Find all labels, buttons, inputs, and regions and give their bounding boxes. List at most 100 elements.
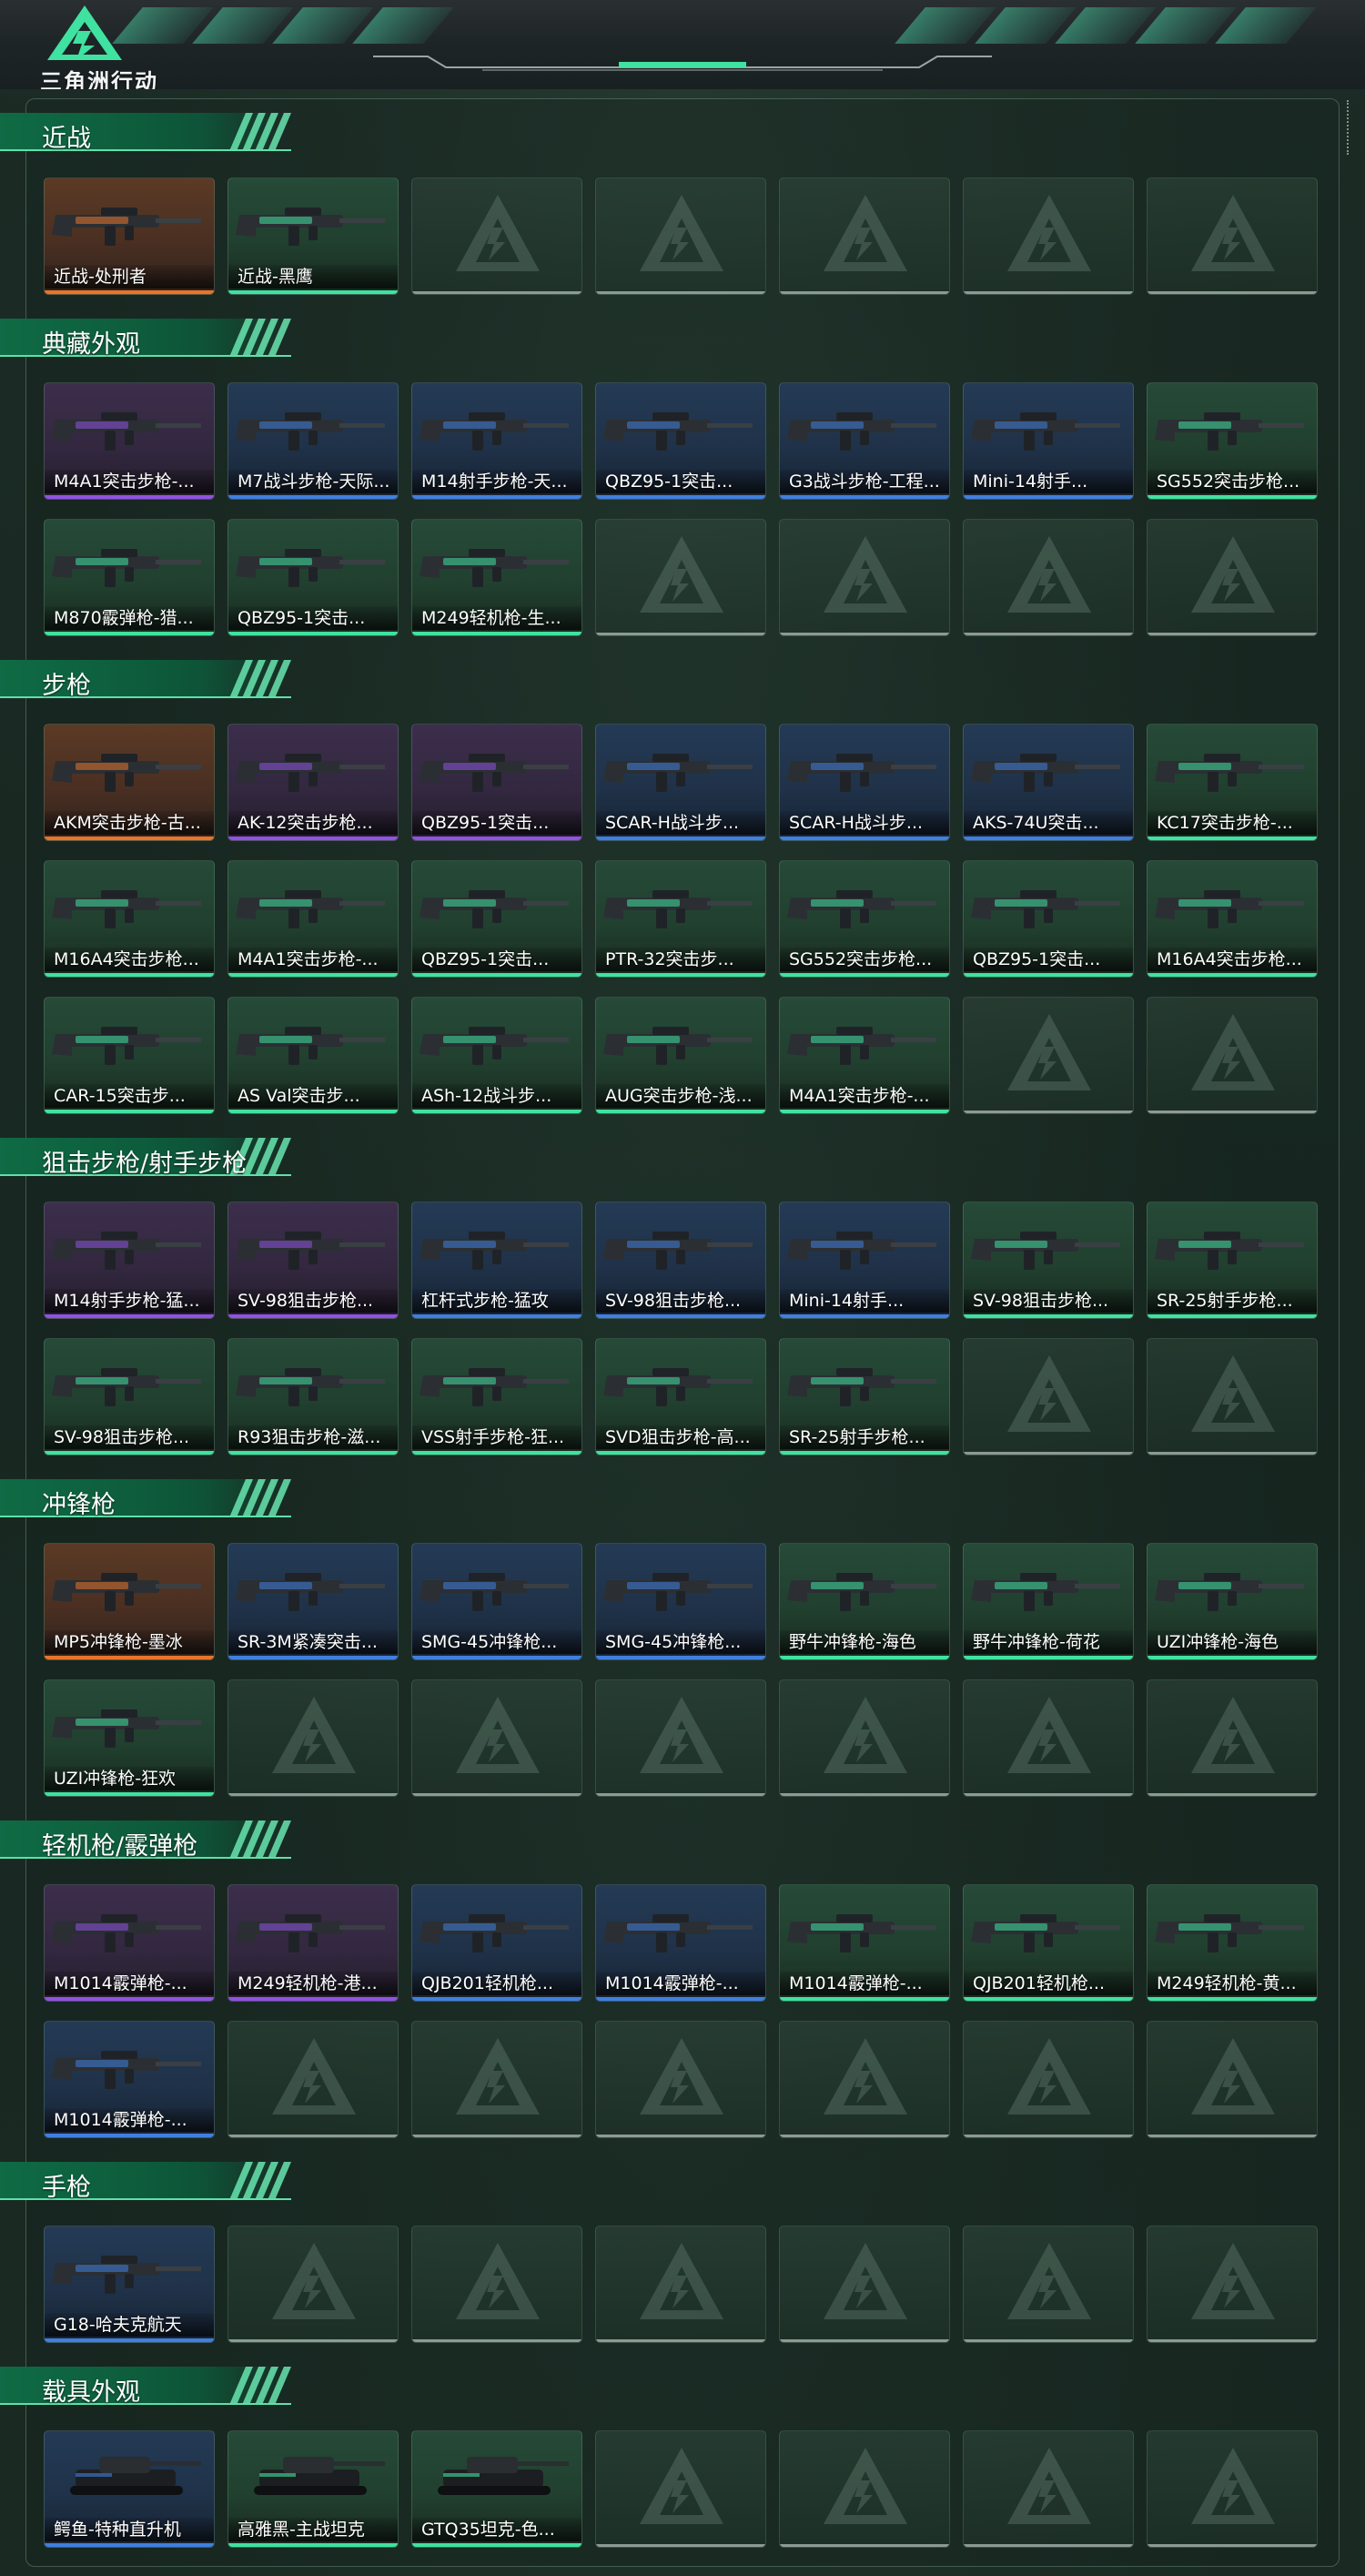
empty-slot-bar xyxy=(1148,2544,1317,2547)
skin-card-label: AUG突击步枪-浅... xyxy=(596,1084,765,1108)
rarity-bar xyxy=(412,1314,581,1318)
skin-card[interactable]: UZI冲锋枪-海色 xyxy=(1147,1543,1318,1660)
scrollbar[interactable] xyxy=(1347,100,1352,155)
skin-card[interactable]: 野牛冲锋枪-荷花 xyxy=(963,1543,1134,1660)
skin-card-label: Mini-14射手... xyxy=(780,1289,949,1313)
skin-card[interactable]: QBZ95-1突击... xyxy=(411,724,582,841)
skin-card-label: 杠杆式步枪-猛攻 xyxy=(412,1289,581,1313)
skin-card[interactable]: MP5冲锋枪-墨冰 xyxy=(44,1543,215,1660)
rarity-bar xyxy=(228,495,398,499)
skin-card[interactable]: 鳄鱼-特种直升机 xyxy=(44,2430,215,2548)
skin-card[interactable]: M4A1突击步枪-... xyxy=(779,997,950,1114)
skin-card[interactable]: SR-3M紧凑突击... xyxy=(228,1543,399,1660)
skin-card-label: 高雅黑-主战坦克 xyxy=(228,2518,398,2541)
skin-card[interactable]: SMG-45冲锋枪... xyxy=(595,1543,766,1660)
skin-card[interactable]: SV-98狙击步枪... xyxy=(963,1202,1134,1319)
skin-card[interactable]: GTQ35坦克-色... xyxy=(411,2430,582,2548)
skin-card[interactable]: KC17突击步枪-... xyxy=(1147,724,1318,841)
weapon-image xyxy=(52,890,201,928)
skin-card[interactable]: VSS射手步枪-狂... xyxy=(411,1338,582,1455)
empty-slot-bar xyxy=(412,2135,581,2137)
skin-card[interactable]: SMG-45冲锋枪... xyxy=(411,1543,582,1660)
skin-card[interactable]: M16A4突击步枪... xyxy=(1147,860,1318,978)
skin-card[interactable]: SVD狙击步枪-高... xyxy=(595,1338,766,1455)
skin-card[interactable]: 近战-处刑者 xyxy=(44,177,215,295)
skin-card[interactable]: CAR-15突击步... xyxy=(44,997,215,1114)
skin-card[interactable]: M1014霰弹枪-... xyxy=(595,1884,766,2002)
skin-card-label: SV-98狙击步枪... xyxy=(964,1289,1133,1313)
rarity-bar xyxy=(45,290,214,294)
skin-card-label: GTQ35坦克-色... xyxy=(412,2518,581,2541)
skin-card[interactable]: 近战-黑鹰 xyxy=(228,177,399,295)
skin-card-label: 野牛冲锋枪-海色 xyxy=(780,1630,949,1654)
skin-card[interactable]: SV-98狙击步枪... xyxy=(595,1202,766,1319)
skin-card[interactable]: Mini-14射手... xyxy=(963,382,1134,500)
skin-card[interactable]: QJB201轻机枪... xyxy=(411,1884,582,2002)
skin-card[interactable]: M870霰弹枪-猎... xyxy=(44,519,215,636)
skin-card[interactable]: SV-98狙击步枪... xyxy=(228,1202,399,1319)
weapon-image xyxy=(1155,754,1304,792)
skin-card-label: M4A1突击步枪-... xyxy=(45,470,214,493)
skin-card[interactable]: AK-12突击步枪... xyxy=(228,724,399,841)
skin-card[interactable]: AKM突击步枪-古... xyxy=(44,724,215,841)
skin-card[interactable]: QBZ95-1突击... xyxy=(963,860,1134,978)
skin-card[interactable]: UZI冲锋枪-狂欢 xyxy=(44,1679,215,1797)
empty-slot-bar xyxy=(1148,1452,1317,1455)
empty-slot-bar xyxy=(1148,1793,1317,1796)
skin-card[interactable]: SG552突击步枪... xyxy=(779,860,950,978)
skin-card[interactable]: QBZ95-1突击... xyxy=(228,519,399,636)
skin-card[interactable]: AS Val突击步... xyxy=(228,997,399,1114)
game-logo-text: 三角洲行动 xyxy=(40,69,158,89)
skin-card[interactable]: R93狙击步枪-滋... xyxy=(228,1338,399,1455)
skin-card[interactable]: ASh-12战斗步... xyxy=(411,997,582,1114)
skin-card[interactable]: M1014霰弹枪-... xyxy=(44,1884,215,2002)
skin-card[interactable]: AUG突击步枪-浅... xyxy=(595,997,766,1114)
placeholder-delta-icon xyxy=(820,191,911,275)
skin-card[interactable]: 杠杆式步枪-猛攻 xyxy=(411,1202,582,1319)
placeholder-delta-icon xyxy=(268,1693,359,1777)
skin-card[interactable]: M249轻机枪-生... xyxy=(411,519,582,636)
rarity-bar xyxy=(228,973,398,977)
skin-card[interactable]: Mini-14射手... xyxy=(779,1202,950,1319)
skin-card[interactable]: 野牛冲锋枪-海色 xyxy=(779,1543,950,1660)
skin-card[interactable]: M16A4突击步枪... xyxy=(44,860,215,978)
skin-card-label: M1014霰弹枪-... xyxy=(780,1972,949,1995)
skin-card[interactable]: M7战斗步枪-天际... xyxy=(228,382,399,500)
skin-card[interactable]: PTR-32突击步... xyxy=(595,860,766,978)
skin-card[interactable]: M249轻机枪-黄... xyxy=(1147,1884,1318,2002)
skin-card[interactable]: M1014霰弹枪-... xyxy=(779,1884,950,2002)
skin-card[interactable]: SR-25射手步枪... xyxy=(779,1338,950,1455)
skin-card[interactable]: QJB201轻机枪... xyxy=(963,1884,1134,2002)
rarity-bar xyxy=(964,495,1133,499)
placeholder-delta-icon xyxy=(1004,1010,1095,1094)
skin-card[interactable]: M1014霰弹枪-... xyxy=(44,2021,215,2138)
skin-card[interactable]: G18-哈夫克航天 xyxy=(44,2226,215,2343)
rarity-bar xyxy=(228,632,398,635)
skin-card[interactable]: 高雅黑-主战坦克 xyxy=(228,2430,399,2548)
weapon-image xyxy=(420,1232,569,1270)
skin-card[interactable]: M14射手步枪-天... xyxy=(411,382,582,500)
weapon-image xyxy=(236,1914,385,1952)
placeholder-delta-icon xyxy=(452,191,543,275)
skin-card[interactable]: M4A1突击步枪-... xyxy=(44,382,215,500)
empty-slot-bar xyxy=(964,1452,1133,1455)
skin-card[interactable]: M4A1突击步枪-... xyxy=(228,860,399,978)
skin-card[interactable]: SCAR-H战斗步... xyxy=(595,724,766,841)
skin-card[interactable]: AKS-74U突击... xyxy=(963,724,1134,841)
skin-card[interactable]: QBZ95-1突击... xyxy=(595,382,766,500)
skin-card[interactable]: QBZ95-1突击... xyxy=(411,860,582,978)
weapon-image xyxy=(52,208,201,246)
skin-card[interactable]: SV-98狙击步枪... xyxy=(44,1338,215,1455)
empty-slot-bar xyxy=(964,1111,1133,1113)
skin-card[interactable]: SG552突击步枪... xyxy=(1147,382,1318,500)
skin-card[interactable]: M249轻机枪-港... xyxy=(228,1884,399,2002)
rarity-bar xyxy=(780,1451,949,1455)
skin-card[interactable]: SR-25射手步枪... xyxy=(1147,1202,1318,1319)
rarity-bar xyxy=(45,1792,214,1796)
skin-card-label: MP5冲锋枪-墨冰 xyxy=(45,1630,214,1654)
skin-card[interactable]: M14射手步枪-猛... xyxy=(44,1202,215,1319)
skin-card[interactable]: G3战斗步枪-工程... xyxy=(779,382,950,500)
placeholder-delta-icon xyxy=(636,191,727,275)
skin-card-label: R93狙击步枪-滋... xyxy=(228,1425,398,1449)
skin-card[interactable]: SCAR-H战斗步... xyxy=(779,724,950,841)
